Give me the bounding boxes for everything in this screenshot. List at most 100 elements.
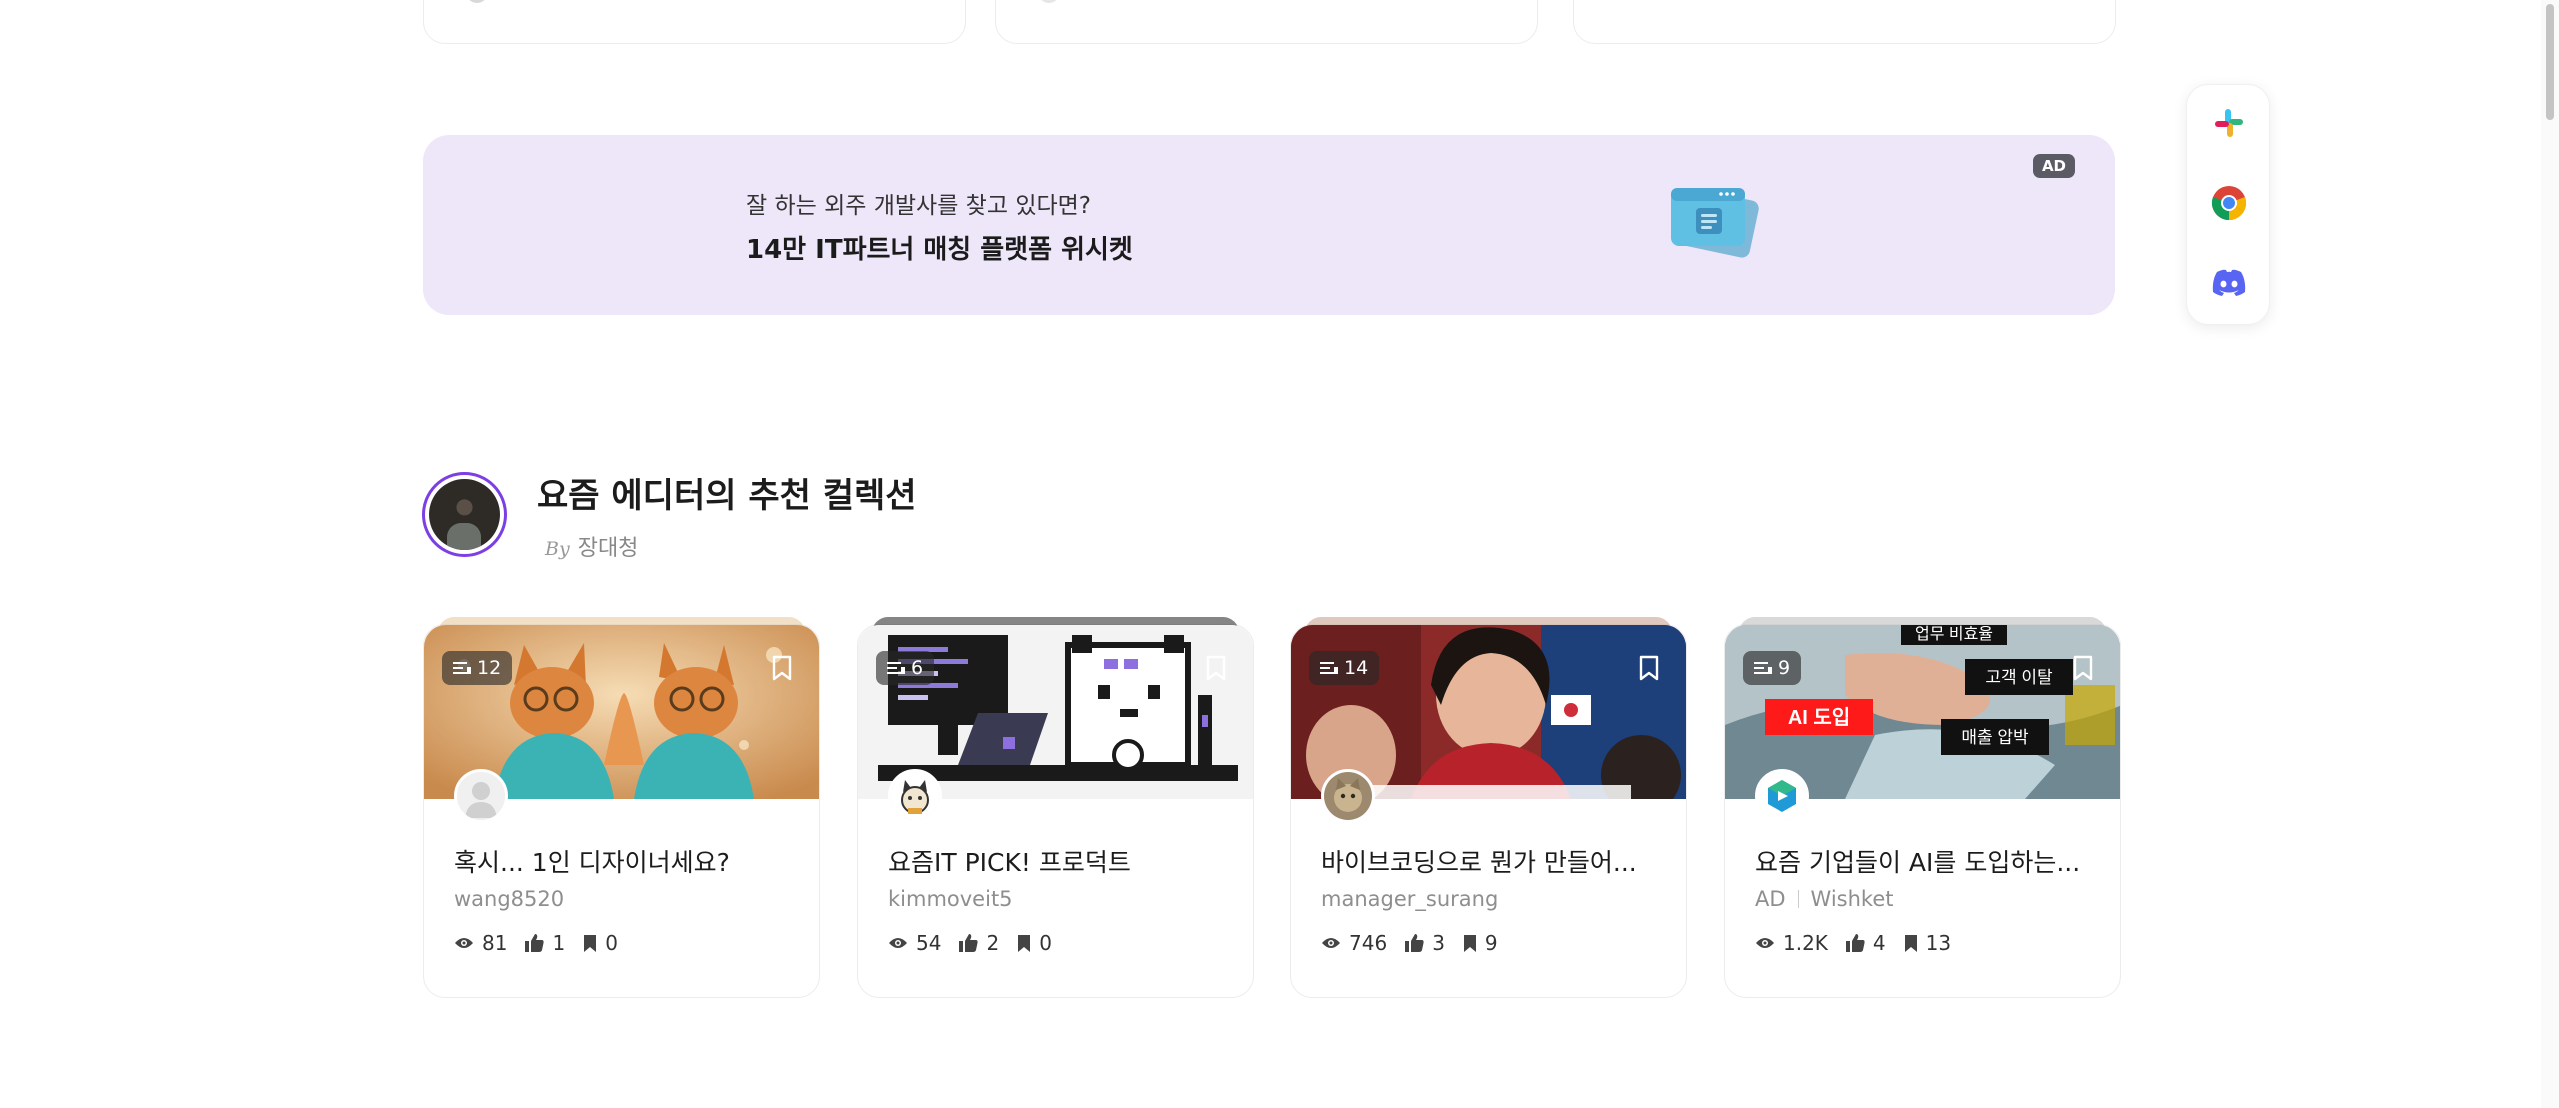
bookmarks-stat: 9 bbox=[1463, 931, 1498, 955]
page: 잘 하는 외주 개발사를 찾고 있다면? 14만 IT파트너 매칭 플랫폼 위시… bbox=[0, 0, 2559, 1108]
item-count: 9 bbox=[1778, 657, 1791, 679]
dock-discord-button[interactable] bbox=[2209, 263, 2249, 303]
default-user-icon bbox=[457, 772, 505, 820]
avatar-image bbox=[429, 479, 500, 550]
likes-count: 1 bbox=[552, 931, 566, 955]
likes-count: 3 bbox=[1432, 931, 1445, 955]
card-stats: 54 2 0 bbox=[888, 931, 1060, 955]
discord-icon bbox=[2212, 269, 2246, 296]
ad-banner[interactable]: 잘 하는 외주 개발사를 찾고 있다면? 14만 IT파트너 매칭 플랫폼 위시… bbox=[423, 135, 2115, 315]
views-stat: 746 bbox=[1321, 931, 1387, 955]
eye-icon bbox=[1756, 938, 1774, 948]
likes-stat: 2 bbox=[959, 931, 999, 955]
collection-card[interactable]: 12 혹시... 1인 디자이너세요? wang8520 81 1 0 bbox=[423, 617, 820, 998]
item-count-badge: 14 bbox=[1309, 651, 1380, 685]
likes-stat: 4 bbox=[1845, 931, 1886, 955]
wishket-logo-icon bbox=[1758, 772, 1806, 820]
item-count-badge: 9 bbox=[1743, 651, 1802, 685]
curator-avatar[interactable] bbox=[422, 472, 507, 557]
bookmark-icon[interactable] bbox=[1638, 655, 1660, 681]
views-count: 54 bbox=[916, 931, 942, 955]
author-name[interactable]: kimmoveit5 bbox=[888, 887, 1013, 911]
avatar bbox=[1038, 0, 1060, 3]
bookmarks-stat: 0 bbox=[1017, 931, 1052, 955]
ad-title: 14만 IT파트너 매칭 플랫폼 위시켓 bbox=[746, 235, 1133, 265]
ad-badge: AD bbox=[2032, 154, 2075, 178]
views-count: 1.2K bbox=[1783, 931, 1828, 955]
top-card[interactable] bbox=[995, 0, 1538, 44]
bookmark-icon bbox=[1904, 934, 1917, 952]
bookmarks-count: 0 bbox=[1039, 931, 1052, 955]
card-title[interactable]: 혹시... 1인 디자이너세요? bbox=[454, 843, 794, 879]
views-stat: 81 bbox=[454, 931, 507, 955]
author-name[interactable]: manager_surang bbox=[1321, 887, 1498, 911]
eye-icon bbox=[455, 938, 473, 948]
card-title[interactable]: 바이브코딩으로 뭔가 만들어... bbox=[1321, 843, 1661, 879]
dock-slack-button[interactable] bbox=[2209, 103, 2249, 143]
curator-name[interactable]: 장대청 bbox=[578, 536, 639, 561]
bookmark-icon[interactable] bbox=[771, 655, 793, 681]
card-title[interactable]: 요즘IT PICK! 프로덕트 bbox=[888, 843, 1228, 879]
card-title[interactable]: 요즘 기업들이 AI를 도입하는... bbox=[1755, 843, 2095, 879]
bookmark-icon bbox=[1463, 934, 1476, 952]
collection-title[interactable]: 요즘 에디터의 추천 컬렉션 bbox=[537, 468, 917, 517]
likes-stat: 3 bbox=[1405, 931, 1445, 955]
slack-icon bbox=[2215, 109, 2243, 137]
author-avatar[interactable] bbox=[1755, 769, 1809, 823]
app-dock bbox=[2186, 84, 2270, 325]
cat-photo-avatar-icon bbox=[1324, 772, 1372, 820]
bookmark-icon[interactable] bbox=[2072, 655, 2094, 681]
card-author: manager_surang bbox=[1321, 887, 1498, 911]
author-name[interactable]: Wishket bbox=[1811, 887, 1894, 911]
card-stats: 1.2K 4 13 bbox=[1755, 931, 1959, 955]
collection-card[interactable]: 업무 비효율 고객 이탈 AI 도입 매출 압박 9 요즘 기업들이 AI를 도… bbox=[1724, 617, 2121, 998]
image-label-top: 업무 비효율 bbox=[1915, 625, 1993, 643]
card-author: AD Wishket bbox=[1755, 887, 1894, 911]
image-label-ai: AI 도입 bbox=[1788, 706, 1850, 729]
cat-avatar-icon bbox=[891, 772, 939, 820]
dock-chrome-button[interactable] bbox=[2209, 183, 2249, 223]
bookmarks-count: 9 bbox=[1484, 931, 1498, 955]
bookmark-icon[interactable] bbox=[1205, 655, 1227, 681]
bookmarks-stat: 13 bbox=[1904, 931, 1951, 955]
item-count-badge: 12 bbox=[442, 651, 513, 685]
image-label-churn: 고객 이탈 bbox=[1985, 668, 2053, 687]
likes-count: 2 bbox=[986, 931, 1000, 955]
list-icon bbox=[1320, 662, 1338, 674]
views-stat: 54 bbox=[888, 931, 941, 955]
collection-card[interactable]: 14 바이브코딩으로 뭔가 만들어... manager_surang 746 … bbox=[1290, 617, 1687, 998]
item-count-badge: 6 bbox=[876, 651, 935, 685]
image-label-sales: 매출 압박 bbox=[1961, 728, 2029, 747]
ad-label: AD bbox=[1755, 887, 1786, 911]
likes-count: 4 bbox=[1872, 931, 1886, 955]
item-count: 12 bbox=[477, 657, 502, 679]
top-card[interactable] bbox=[1573, 0, 2116, 44]
author-avatar[interactable] bbox=[1321, 769, 1375, 823]
scrollbar[interactable] bbox=[2541, 0, 2559, 1108]
avatar bbox=[466, 0, 488, 3]
bookmarks-count: 0 bbox=[605, 931, 618, 955]
chrome-icon bbox=[2211, 186, 2247, 220]
author-name[interactable]: wang8520 bbox=[454, 887, 564, 911]
ad-subtitle: 잘 하는 외주 개발사를 찾고 있다면? bbox=[746, 193, 1092, 219]
collection-card[interactable]: 6 요즘IT PICK! 프로덕트 kimmoveit5 54 2 0 bbox=[857, 617, 1254, 998]
collection-curator: By 장대청 bbox=[545, 530, 638, 562]
author-avatar[interactable] bbox=[888, 769, 942, 823]
document-window-icon bbox=[1671, 188, 1759, 258]
thumbs-up-icon bbox=[1405, 934, 1424, 952]
bookmarks-count: 13 bbox=[1925, 931, 1952, 955]
top-card[interactable] bbox=[423, 0, 966, 44]
card-author: kimmoveit5 bbox=[888, 887, 1013, 911]
list-icon bbox=[453, 662, 471, 674]
author-avatar[interactable] bbox=[454, 769, 508, 823]
bookmark-icon bbox=[584, 934, 597, 952]
list-icon bbox=[1754, 662, 1772, 674]
thumbs-up-icon bbox=[959, 934, 979, 952]
scrollbar-thumb[interactable] bbox=[2546, 4, 2554, 120]
likes-stat: 1 bbox=[525, 931, 565, 955]
views-stat: 1.2K bbox=[1755, 931, 1828, 955]
eye-icon bbox=[1322, 938, 1340, 948]
card-author: wang8520 bbox=[454, 887, 564, 911]
thumbs-up-icon bbox=[1845, 934, 1865, 952]
item-count: 6 bbox=[911, 657, 924, 679]
